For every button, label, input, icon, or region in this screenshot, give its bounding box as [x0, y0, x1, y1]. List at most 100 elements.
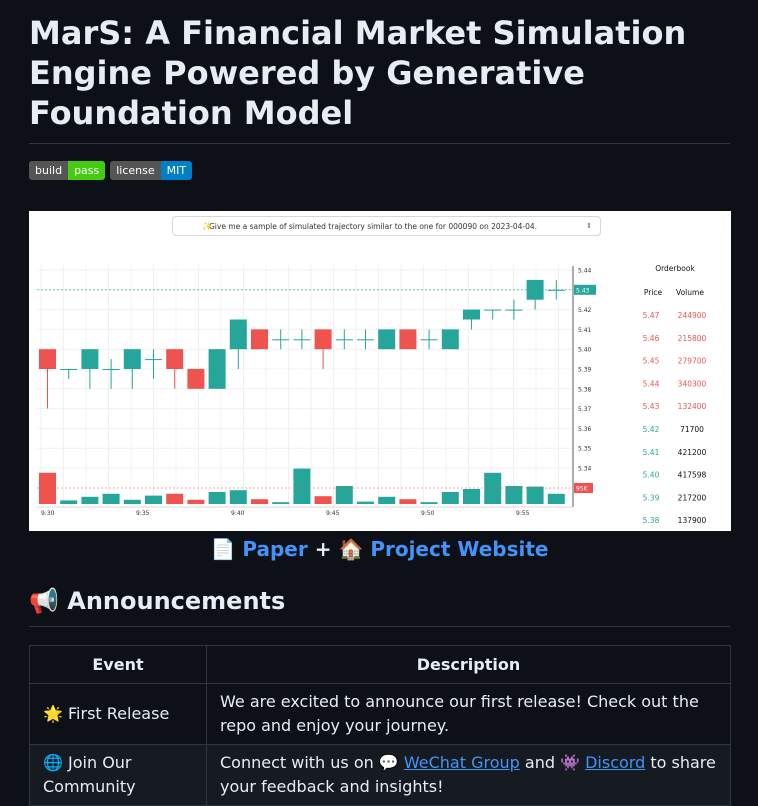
volume-bar — [123, 499, 141, 504]
candle-body — [441, 329, 459, 350]
price-tick-label: 5.35 — [578, 446, 592, 453]
plus-sign: + — [314, 537, 332, 561]
price-tick-label: 5.34 — [578, 466, 592, 473]
megaphone-icon: 📢 — [29, 587, 59, 615]
candle-body — [420, 339, 438, 341]
volume-bar — [505, 486, 523, 504]
orderbook-price: 5.46 — [643, 334, 660, 343]
orderbook-price: 5.43 — [643, 402, 660, 411]
volume-label: 95K — [576, 486, 589, 493]
orderbook-price: 5.40 — [643, 471, 660, 480]
candle-body — [526, 279, 544, 300]
candle-body — [229, 319, 247, 350]
volume-bar — [102, 493, 120, 504]
links: 📄 Paper + 🏠 Project Website — [29, 536, 730, 562]
volume-bar — [314, 496, 332, 504]
orderbook-price: 5.44 — [643, 379, 660, 388]
candlestick-chart: 5.44 5.43 5.42 5.41 5.40 5.39 5.38 5.37 5.36 5.35… — [37, 251, 731, 531]
announcements-title: Announcements — [67, 587, 286, 615]
volume-bar — [399, 499, 417, 504]
license-badge[interactable]: license MIT — [110, 161, 193, 180]
volume-bar — [441, 492, 459, 504]
table-row: 🌟 First Release We are excited to announ… — [29, 683, 731, 745]
orderbook-price: 5.42 — [643, 425, 660, 434]
home-icon: 🏠 — [338, 537, 364, 561]
candle-body — [463, 309, 480, 320]
volume-bar — [229, 490, 247, 504]
orderbook-price: 5.41 — [643, 448, 660, 457]
volume-bar — [484, 472, 502, 504]
orderbook-volume: 279700 — [678, 357, 707, 366]
volume-bar — [378, 496, 396, 504]
volume-bar — [335, 486, 353, 504]
announcements-table: Event Description 🌟 First Release We are… — [29, 645, 731, 806]
volume-bar — [208, 492, 226, 504]
event-column-header: Event — [29, 645, 207, 684]
orderbook-volume: 215800 — [678, 334, 707, 343]
price-tick-label: 5.40 — [578, 347, 592, 354]
orderbook-price: 5.39 — [643, 493, 660, 502]
orderbook-volume: 217200 — [678, 493, 707, 502]
orderbook-panel — [605, 251, 731, 531]
volume-bar — [293, 468, 311, 504]
candle-body — [399, 329, 417, 350]
volume-bar — [39, 472, 56, 504]
candle-body — [208, 349, 226, 389]
candle-body — [60, 369, 78, 370]
candle-body — [166, 349, 184, 369]
current-price-label: 5.43 — [576, 287, 590, 294]
orderbook-volume: 417598 — [678, 471, 707, 480]
candle-body — [123, 349, 141, 369]
volume-bar — [251, 499, 268, 504]
price-tick-label: 5.44 — [578, 268, 592, 275]
event-cell: 🌟 First Release — [29, 683, 207, 745]
project-website-link[interactable]: Project Website — [370, 537, 548, 561]
candle-body — [293, 339, 311, 341]
candle-body — [547, 289, 565, 291]
candle-body — [251, 329, 268, 350]
paper-link[interactable]: Paper — [242, 537, 307, 561]
description-cell: Connect with us on 💬 WeChat Group and 👾 … — [206, 744, 731, 806]
candle-body — [505, 309, 523, 311]
orderbook-price-header: Price — [644, 288, 663, 297]
orderbook-price: 5.45 — [643, 357, 660, 366]
price-tick-label: 5.37 — [578, 406, 592, 413]
orderbook-price: 5.38 — [643, 516, 660, 525]
price-tick-label: 5.39 — [578, 367, 592, 374]
time-tick-label: 9:50 — [421, 510, 435, 517]
orderbook-title: Orderbook — [655, 264, 695, 273]
volume-bar — [272, 502, 290, 504]
volume-bar — [187, 499, 205, 504]
description-cell: We are excited to announce our first rel… — [206, 683, 731, 745]
orderbook-volume: 132400 — [678, 402, 707, 411]
readme: MarS: A Financial Market Simulation Engi… — [0, 0, 758, 806]
volume-bar — [463, 489, 480, 504]
time-tick-label: 9:30 — [41, 510, 55, 517]
announcements-heading: 📢 Announcements — [29, 584, 730, 627]
orderbook-price: 5.47 — [643, 311, 660, 320]
event-label: First Release — [68, 704, 170, 723]
candle-body — [145, 359, 162, 361]
candle-body — [314, 329, 332, 350]
orderbook-volume-header: Volume — [676, 288, 704, 297]
volume-bar — [166, 493, 184, 504]
volume-bar — [60, 500, 78, 504]
candle-body — [39, 349, 56, 369]
time-tick-label: 9:45 — [326, 510, 340, 517]
description-column-header: Description — [206, 645, 731, 684]
price-tick-label: 5.41 — [578, 327, 592, 334]
orderbook-volume: 137900 — [678, 516, 707, 525]
volume-bar — [357, 501, 374, 504]
demo-image: ✨ Give me a sample of simulated trajecto… — [29, 211, 731, 531]
time-tick-label: 9:55 — [516, 510, 530, 517]
page-title: MarS: A Financial Market Simulation Engi… — [29, 0, 730, 144]
candle-body — [378, 329, 396, 350]
badges: build pass license MIT — [29, 161, 730, 181]
candle-body — [335, 339, 353, 341]
time-tick-label: 9:35 — [136, 510, 150, 517]
build-badge[interactable]: build pass — [29, 161, 106, 180]
volume-bar — [526, 486, 544, 504]
candle-body — [187, 369, 205, 389]
candle-body — [357, 339, 374, 341]
price-tick-label: 5.38 — [578, 386, 592, 393]
